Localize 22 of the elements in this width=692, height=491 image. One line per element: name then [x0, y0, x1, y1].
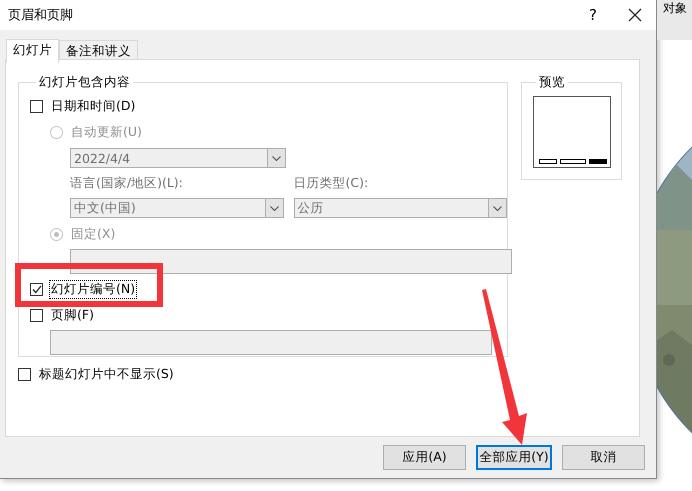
preview-title: 预览	[538, 74, 566, 91]
dropdown-value: 公历	[296, 200, 324, 216]
dialog-button[interactable]: 取消	[562, 445, 645, 470]
dropdown-value: 2022/4/4	[73, 150, 132, 166]
group-title: 幻灯片包含内容	[38, 74, 131, 91]
field-label: 语言(国家/地区)(L):	[70, 174, 184, 192]
checkbox-label[interactable]: 幻灯片编号(N)	[49, 280, 138, 298]
checkbox[interactable]	[18, 368, 31, 380]
dropdown-value: 中文(中国)	[73, 200, 137, 216]
help-button[interactable]: ?	[583, 6, 603, 24]
checkbox[interactable]	[30, 308, 43, 322]
window-title: 页眉和页脚	[8, 7, 74, 24]
checkbox-label[interactable]: 日期和时间(D)	[49, 96, 138, 116]
checkbox-label[interactable]: 标题幻灯片中不显示(S)	[37, 364, 176, 384]
field-label: 日历类型(C):	[294, 174, 370, 192]
checkbox[interactable]	[30, 100, 43, 112]
close-icon[interactable]	[628, 8, 642, 22]
tab[interactable]: 幻灯片	[6, 39, 59, 63]
checkbox-label[interactable]: 页脚(F)	[49, 306, 96, 324]
dialog-button[interactable]: 全部应用(Y)	[476, 445, 552, 470]
checkbox[interactable]	[30, 282, 43, 296]
dialog-button[interactable]: 应用(A)	[383, 445, 466, 470]
